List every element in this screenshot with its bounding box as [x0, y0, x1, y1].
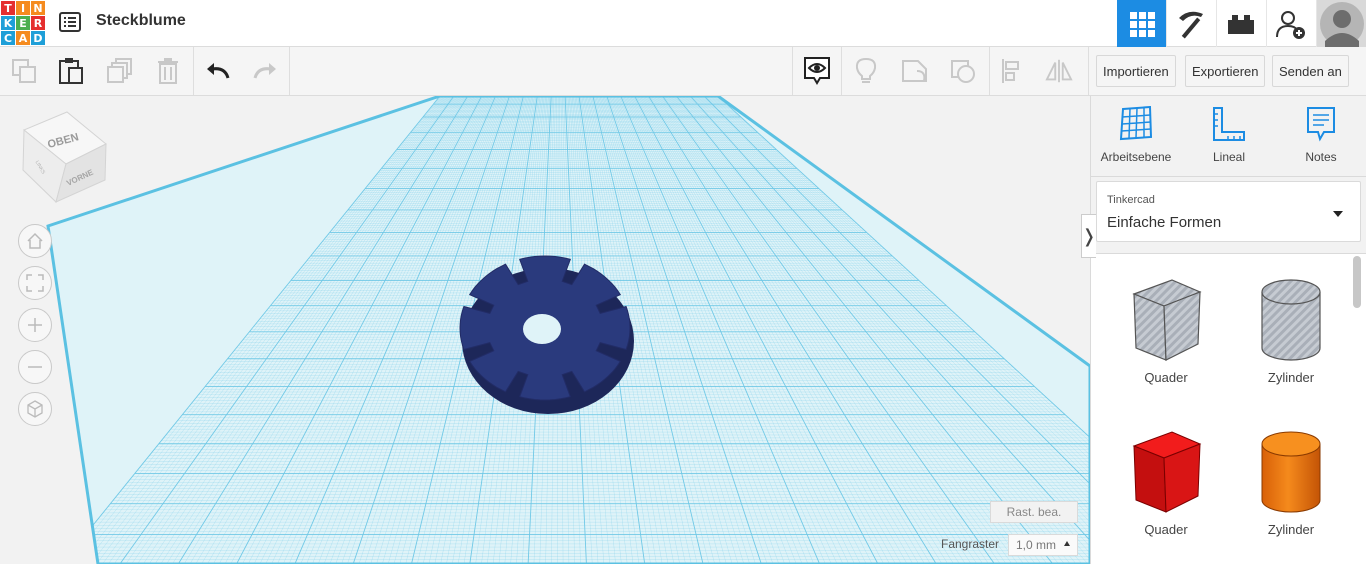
- shape-label: Quader: [1144, 370, 1188, 385]
- notes-icon: [1307, 107, 1335, 142]
- shapes-list[interactable]: Quader Zylinder Quader Zylinder: [1091, 253, 1366, 564]
- lightbulb-icon: [855, 57, 877, 83]
- shape-library-select[interactable]: Tinkercad Einfache Formen: [1096, 181, 1361, 242]
- design-list-icon[interactable]: [58, 10, 82, 34]
- copy-icon: [12, 59, 36, 83]
- shape-label: Zylinder: [1267, 370, 1315, 385]
- trash-icon: [158, 58, 178, 84]
- undo-button[interactable]: [204, 57, 232, 85]
- bricks-view-button[interactable]: [1216, 0, 1265, 47]
- brick-icon: [1228, 14, 1254, 34]
- chevron-down-icon: [1333, 211, 1343, 217]
- library-source-label: Tinkercad: [1107, 194, 1155, 206]
- duplicate-button[interactable]: [106, 57, 134, 85]
- zoom-in-button[interactable]: [18, 308, 52, 342]
- workplane-grid[interactable]: [0, 96, 1090, 564]
- export-button[interactable]: Exportieren: [1185, 55, 1266, 87]
- workplane-canvas[interactable]: OBEN VORNE LINKS Rast. bea. Fangraster 1…: [0, 96, 1090, 564]
- 3d-design-view-button[interactable]: [1117, 0, 1166, 47]
- collapse-panel-button[interactable]: ❭: [1081, 214, 1097, 258]
- paste-icon: [59, 58, 83, 84]
- pickaxe-icon: [1179, 11, 1203, 38]
- home-icon: [27, 232, 43, 249]
- project-title[interactable]: Steckblume: [96, 12, 186, 30]
- panel-divider: [1091, 176, 1366, 177]
- shape-label: Zylinder: [1267, 522, 1315, 537]
- snap-grid-value: 1,0 mm: [1016, 538, 1057, 552]
- ruler-icon: [1213, 107, 1245, 141]
- notes-tool-button[interactable]: Notes: [1281, 106, 1361, 170]
- lightbulb-button[interactable]: [852, 57, 880, 85]
- snap-grid-label: Fangraster: [941, 537, 1000, 551]
- view-cube[interactable]: OBEN VORNE LINKS: [20, 110, 112, 209]
- import-button[interactable]: Importieren: [1096, 55, 1176, 87]
- toolbar-divider: [1088, 47, 1089, 95]
- shape-cylinder-hole[interactable]: Zylinder: [1236, 278, 1346, 398]
- top-bar: T I N K E R C A D Steckblume: [0, 0, 1366, 47]
- group-icon: [902, 60, 927, 82]
- library-name: Einfache Formen: [1107, 214, 1222, 231]
- shape-cylinder[interactable]: Zylinder: [1236, 430, 1346, 550]
- toolbar: Importieren Exportieren Senden an: [0, 47, 1366, 96]
- ungroup-button[interactable]: [949, 57, 977, 85]
- ruler-tool-button[interactable]: Lineal: [1189, 106, 1269, 170]
- eye-speech-icon: [804, 57, 830, 85]
- box-icon: [1132, 431, 1202, 513]
- duplicate-icon: [107, 58, 132, 83]
- toolbar-divider: [841, 47, 842, 95]
- cylinder-hole-icon: [1261, 279, 1321, 361]
- home-view-button[interactable]: [18, 224, 52, 258]
- snap-grid-select[interactable]: 1,0 mm: [1008, 534, 1078, 556]
- shape-box-hole[interactable]: Quader: [1111, 278, 1221, 398]
- chevron-right-icon: ❭: [1081, 225, 1097, 246]
- shape-box[interactable]: Quader: [1111, 430, 1221, 550]
- tinkercad-logo[interactable]: T I N K E R C A D: [1, 1, 45, 45]
- delete-button[interactable]: [154, 57, 182, 85]
- redo-icon: [253, 63, 276, 79]
- cube-icon: [27, 400, 43, 418]
- toolbar-divider: [989, 47, 990, 95]
- plus-icon: [28, 318, 42, 332]
- toolbar-divider: [792, 47, 793, 95]
- fit-view-icon: [26, 274, 44, 292]
- grid-icon: [1129, 11, 1155, 37]
- mirror-icon: [1045, 59, 1073, 83]
- ungroup-icon: [951, 60, 975, 83]
- fit-view-button[interactable]: [18, 266, 52, 300]
- perspective-button[interactable]: [18, 392, 52, 426]
- build-view-button[interactable]: [1166, 0, 1215, 47]
- align-icon: [1002, 59, 1019, 83]
- toolbar-divider: [193, 47, 194, 95]
- mirror-button[interactable]: [1045, 57, 1073, 85]
- cylinder-icon: [1261, 431, 1321, 513]
- redo-button[interactable]: [251, 57, 279, 85]
- undo-icon: [207, 63, 230, 79]
- minus-icon: [28, 366, 42, 368]
- invite-user-button[interactable]: [1266, 0, 1315, 47]
- edit-grid-button[interactable]: Rast. bea.: [990, 501, 1078, 523]
- zoom-out-button[interactable]: [18, 350, 52, 384]
- caret-up-icon: [1064, 541, 1070, 546]
- avatar[interactable]: [1316, 0, 1366, 47]
- paste-button[interactable]: [57, 57, 85, 85]
- notes-visibility-button[interactable]: [802, 55, 832, 87]
- shape-label: Quader: [1144, 522, 1188, 537]
- toolbar-divider: [289, 47, 290, 95]
- align-button[interactable]: [998, 57, 1026, 85]
- workplane-tool-label: Arbeitsebene: [1100, 150, 1172, 164]
- add-user-icon: [1276, 10, 1305, 39]
- group-button[interactable]: [900, 57, 928, 85]
- workplane-icon: [1119, 106, 1153, 141]
- send-to-button[interactable]: Senden an: [1272, 55, 1349, 87]
- workplane-tool-button[interactable]: Arbeitsebene: [1096, 106, 1176, 170]
- rosette-shape[interactable]: [459, 255, 634, 414]
- avatar-icon: [1319, 1, 1364, 47]
- shapes-panel: Arbeitsebene Lineal Notes Tinkercad Einf…: [1090, 96, 1366, 564]
- notes-tool-label: Notes: [1305, 150, 1337, 164]
- copy-button[interactable]: [10, 57, 38, 85]
- scrollbar[interactable]: [1353, 256, 1361, 308]
- ruler-tool-label: Lineal: [1212, 150, 1246, 164]
- box-hole-icon: [1132, 279, 1202, 361]
